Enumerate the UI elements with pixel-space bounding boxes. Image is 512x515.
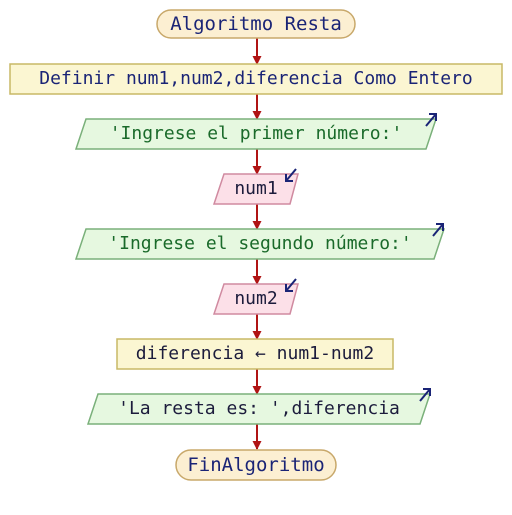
assign-process-label: diferencia ← num1-num2 bbox=[135, 343, 375, 364]
define-process-label: Definir num1,num2,diferencia Como Entero bbox=[39, 68, 473, 89]
output3-label: 'La resta es: ',diferencia bbox=[118, 398, 400, 419]
input2-label: num2 bbox=[234, 288, 278, 309]
input1-label: num1 bbox=[234, 178, 278, 199]
output1-label: 'Ingrese el primer número:' bbox=[109, 123, 403, 144]
flowchart-canvas: Algoritmo Resta Definir num1,num2,difere… bbox=[0, 0, 512, 515]
end-terminal-label: FinAlgoritmo bbox=[187, 453, 325, 476]
start-terminal-label: Algoritmo Resta bbox=[170, 12, 342, 35]
output2-label: 'Ingrese el segundo número:' bbox=[108, 233, 412, 254]
